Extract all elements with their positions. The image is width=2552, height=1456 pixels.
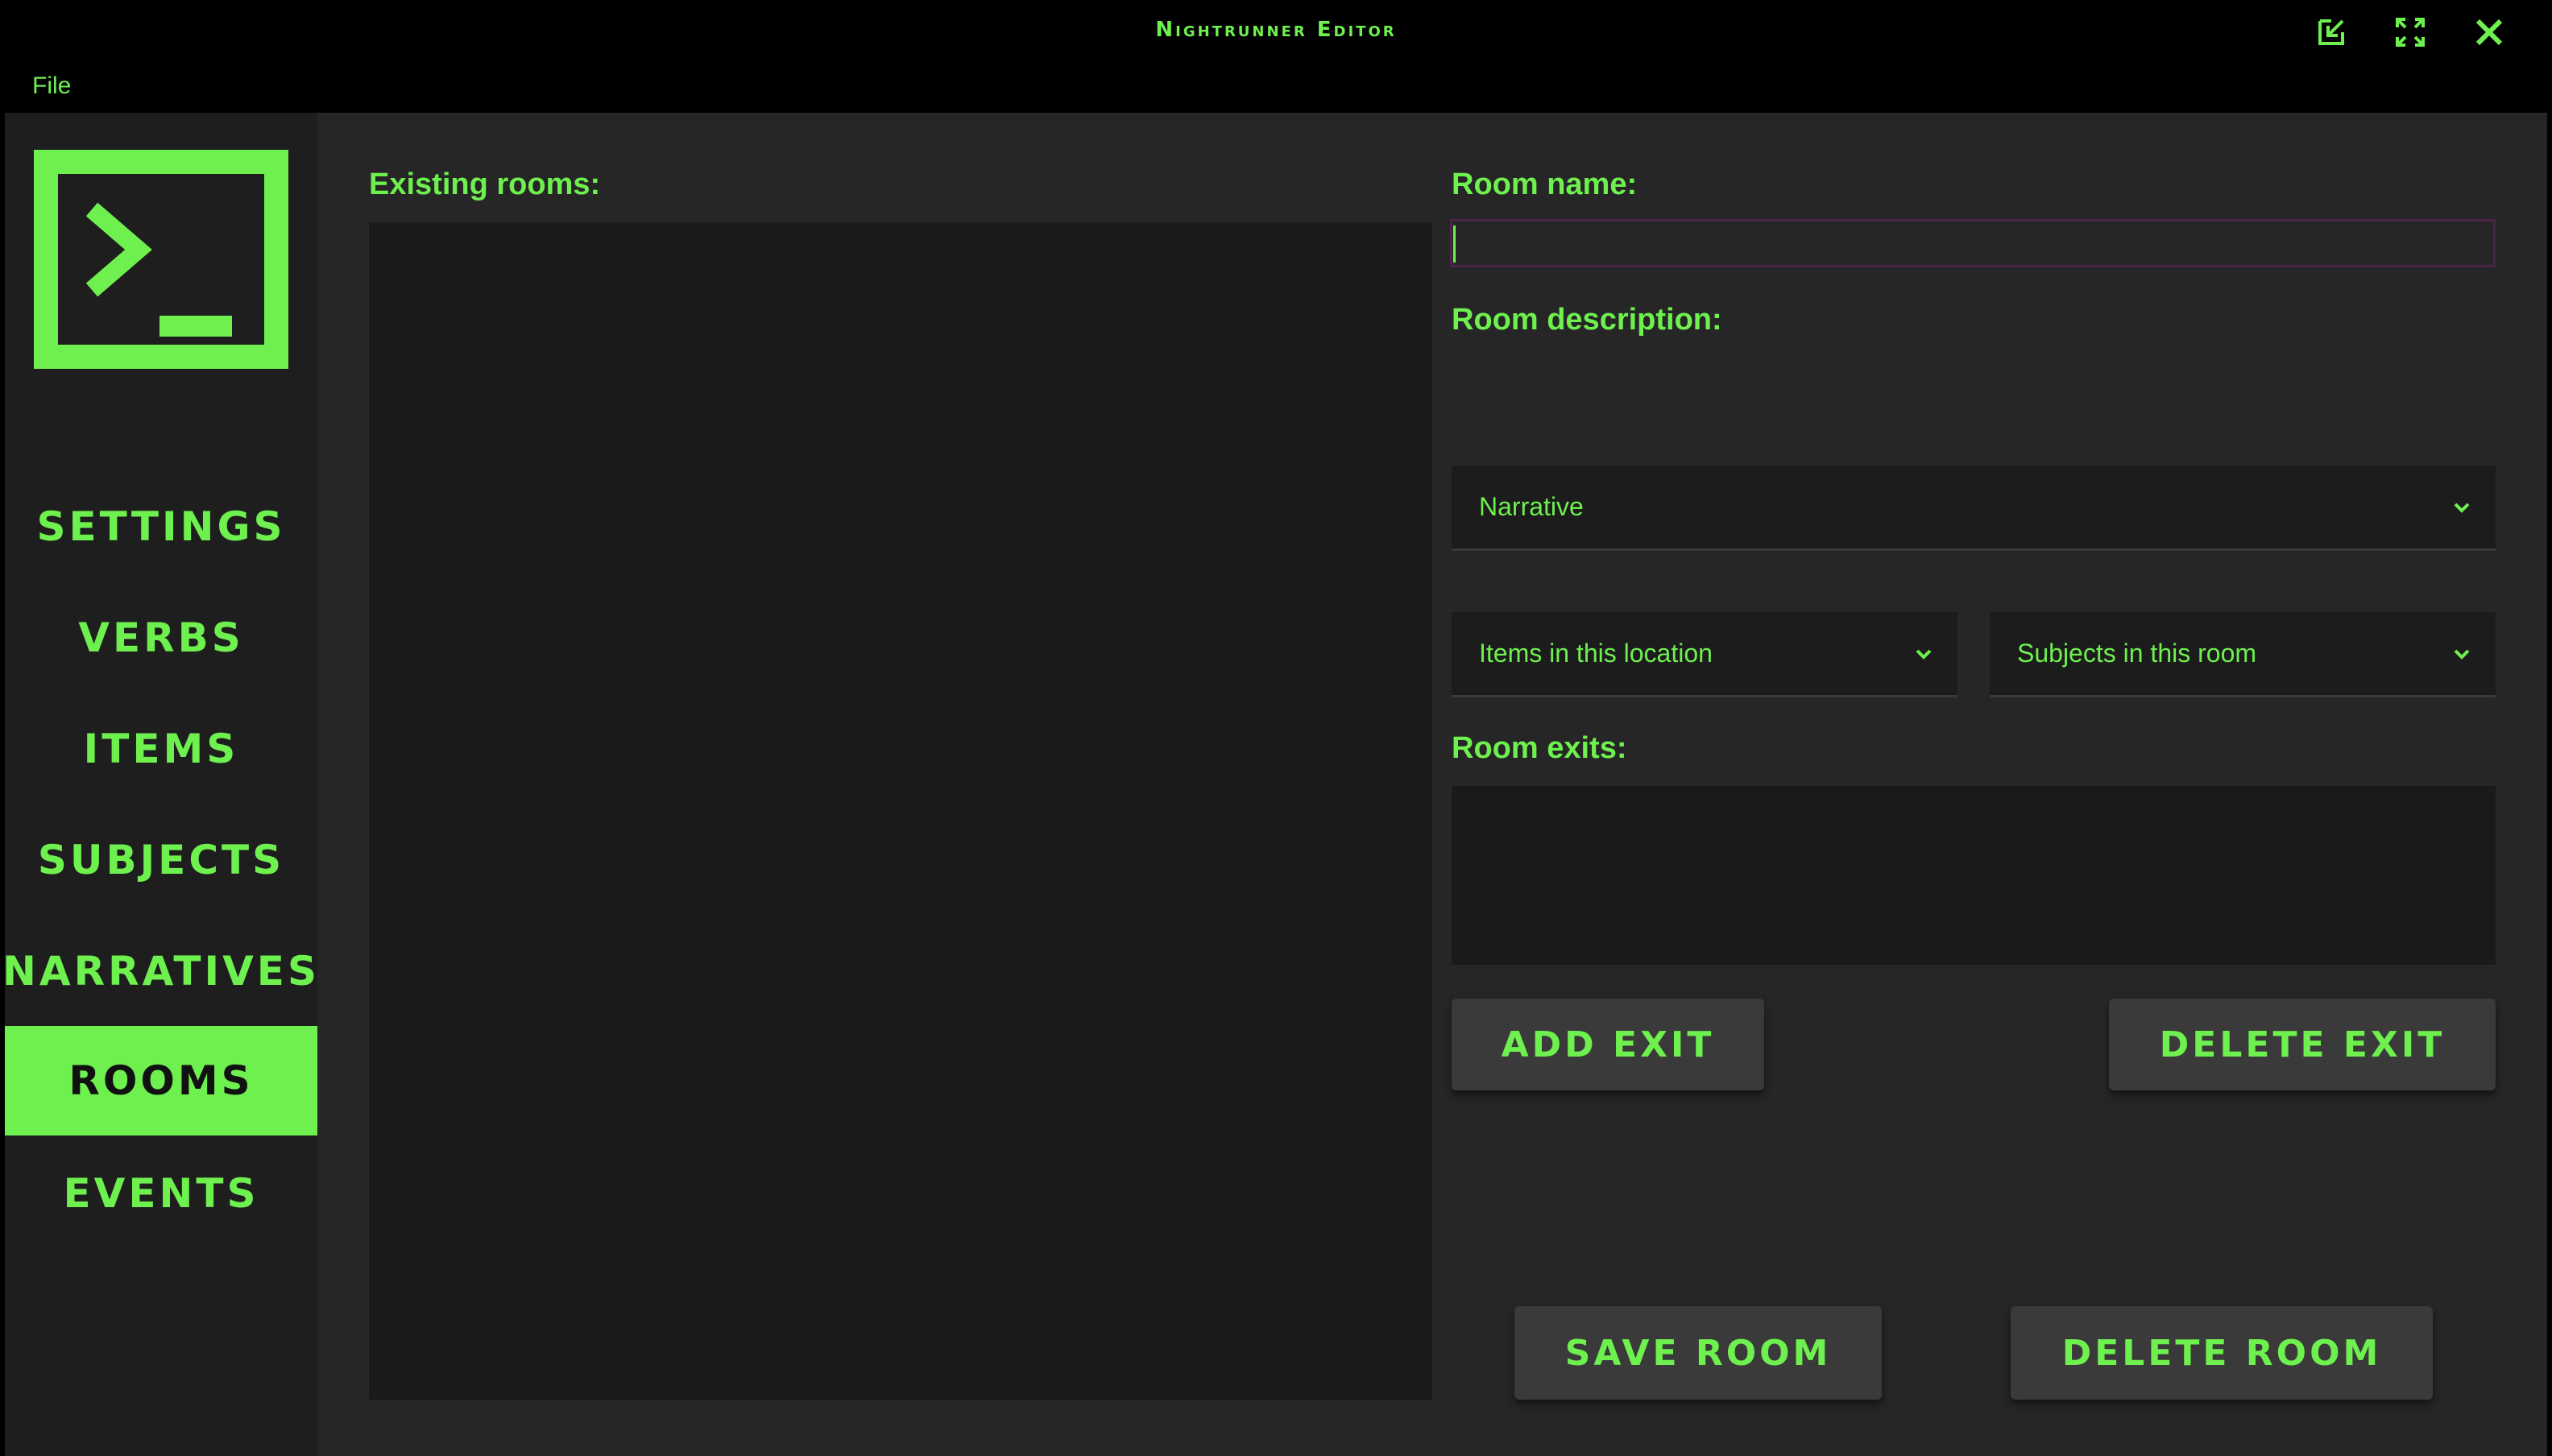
sidebar-item-subjects[interactable]: SUBJECTS [5,805,317,915]
chevron-down-icon [1916,649,1932,660]
sidebar-item-verbs[interactable]: VERBS [5,583,317,693]
subjects-select-value: Subjects in this room [2017,639,2257,668]
room-name-input[interactable] [1450,219,2496,267]
narrative-select[interactable]: Narrative [1452,465,2496,551]
room-description-label: Room description: [1452,303,1722,337]
close-window-icon[interactable] [2471,14,2507,50]
room-exits-list[interactable] [1452,786,2496,965]
chevron-down-icon [2454,649,2470,660]
items-select-value: Items in this location [1479,639,1713,668]
room-name-label: Room name: [1452,168,1638,201]
narrative-select-value: Narrative [1479,492,1584,521]
existing-rooms-label: Existing rooms: [369,168,601,201]
sidebar-item-settings[interactable]: SETTINGS [5,472,317,581]
sidebar-item-rooms[interactable]: ROOMS [5,1026,317,1135]
delete-room-button[interactable]: DELETE ROOM [2011,1306,2433,1400]
menu-bar [0,63,2552,113]
delete-exit-button[interactable]: DELETE EXIT [2109,999,2496,1090]
add-exit-button[interactable]: ADD EXIT [1452,999,1764,1090]
window-title: Nightrunner Editor [1155,18,1397,42]
text-cursor [1453,225,1456,263]
sidebar-item-items[interactable]: ITEMS [5,694,317,804]
chevron-down-icon [2454,503,2470,513]
menu-file[interactable]: File [32,72,71,100]
items-select[interactable]: Items in this location [1452,612,1958,697]
sidebar-item-narratives[interactable]: NARRATIVES [2,916,317,1026]
terminal-logo-icon [34,150,288,369]
minimize-window-icon[interactable] [2314,14,2349,50]
sidebar-item-events[interactable]: EVENTS [5,1139,317,1248]
existing-rooms-list[interactable] [369,222,1432,1400]
room-description-field[interactable] [1452,343,2496,456]
maximize-window-icon[interactable] [2392,14,2428,50]
room-exits-label: Room exits: [1452,731,1627,765]
subjects-select[interactable]: Subjects in this room [1990,612,2496,697]
save-room-button[interactable]: SAVE ROOM [1514,1306,1882,1400]
